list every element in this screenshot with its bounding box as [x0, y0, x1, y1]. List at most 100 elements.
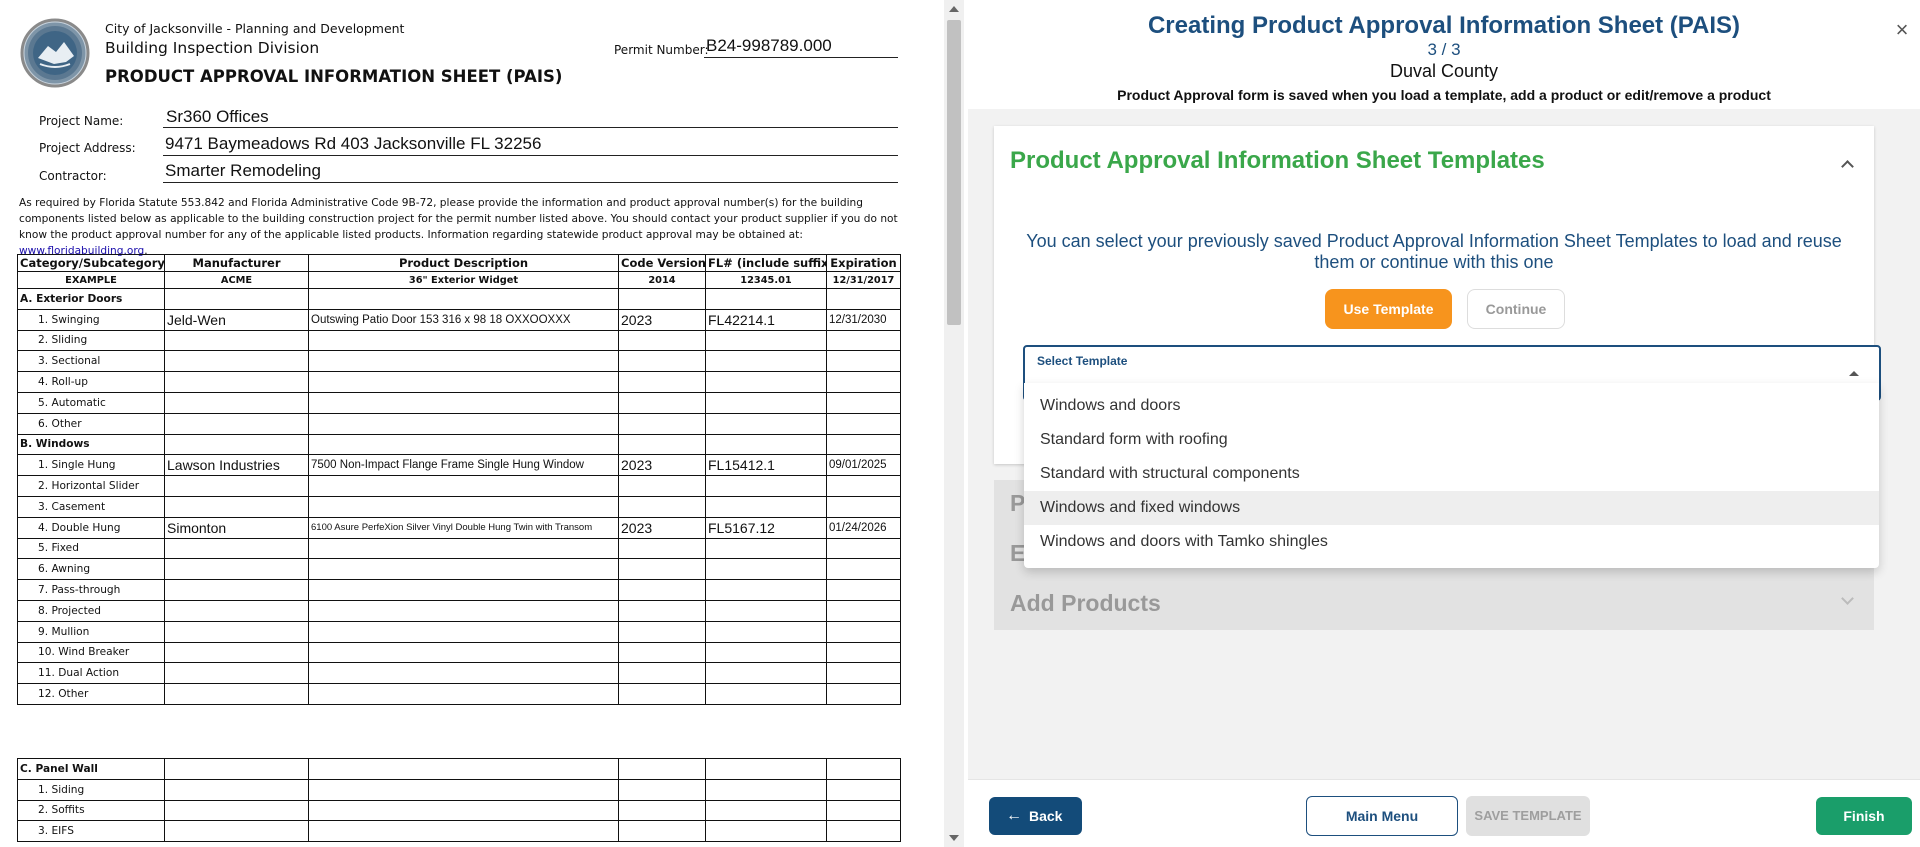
empty-cell [826, 758, 901, 780]
subcategory-cell: 7. Pass-through [17, 579, 165, 601]
template-option[interactable]: Windows and doors [1024, 389, 1879, 423]
fl-number-cell [705, 579, 827, 601]
scroll-up-icon[interactable] [949, 6, 959, 12]
description-cell [308, 662, 619, 685]
panel-wall-table-body: C. Panel Wall 1. Siding 2. Soffits 3. EIFS [17, 758, 901, 843]
contractor-line [163, 182, 898, 183]
subcategory-cell: 6. Other [17, 412, 165, 435]
table-row: 9. Mullion [17, 620, 901, 643]
fl-number-cell [705, 778, 827, 801]
subcategory-cell: 1. Single Hung [17, 454, 165, 477]
table-row: 12. Other [17, 683, 901, 705]
table-row: 8. Projected [17, 599, 901, 622]
manufacturer-cell [164, 799, 309, 822]
scroll-down-icon[interactable] [949, 835, 959, 841]
subcategory-cell: 8. Projected [17, 599, 165, 622]
subcategory-cell: 4. Double Hung [17, 516, 165, 539]
template-option[interactable]: Windows and doors with Tamko shingles [1024, 525, 1879, 559]
fl-number-cell [705, 329, 827, 352]
code-version-cell [618, 329, 706, 352]
table-row: 1. Swinging Jeld-Wen Outswing Patio Door 1… [17, 308, 901, 331]
permit-label: Permit Number: [614, 43, 709, 57]
expiration-cell [826, 537, 901, 560]
section-row: A. Exterior Doors [17, 288, 901, 310]
template-option[interactable]: Standard with structural components [1024, 457, 1879, 491]
finish-button[interactable]: Finish [1816, 797, 1912, 835]
code-version-cell [618, 391, 706, 414]
continue-button[interactable]: Continue [1467, 289, 1565, 329]
template-option-highlighted[interactable]: Windows and fixed windows [1024, 491, 1879, 525]
wizard-footer: ← Back Main Menu SAVE TEMPLATE Finish [968, 779, 1920, 847]
empty-cell [826, 433, 901, 456]
table-row: 2. Soffits [17, 799, 901, 822]
use-template-button[interactable]: Use Template [1325, 289, 1452, 329]
chevron-down-icon[interactable] [1841, 592, 1854, 605]
description-cell [308, 683, 619, 705]
save-template-button[interactable]: SAVE TEMPLATE [1466, 796, 1590, 836]
save-note: Product Approval form is saved when you … [1117, 87, 1771, 103]
manufacturer-cell [164, 412, 309, 435]
subcategory-cell: 5. Fixed [17, 537, 165, 560]
caret-up-icon[interactable] [1849, 371, 1859, 376]
panel-wall-table: C. Panel Wall 1. Siding 2. Soffits 3. EIFS [17, 758, 901, 843]
city-seal-logo [20, 18, 90, 88]
code-version-cell [618, 412, 706, 435]
back-button[interactable]: ← Back [989, 797, 1082, 835]
table-row: 6. Awning [17, 558, 901, 581]
empty-cell [826, 288, 901, 310]
expiration-cell: 01/24/2026 [826, 516, 901, 539]
description-cell [308, 412, 619, 435]
chevron-up-icon[interactable] [1841, 160, 1854, 173]
section-title: B. Windows [17, 433, 165, 456]
manufacturer-cell [164, 641, 309, 664]
close-icon[interactable]: × [1892, 19, 1912, 41]
subcategory-cell: 2. Horizontal Slider [17, 475, 165, 497]
manufacturer-cell: Lawson Industries [164, 454, 309, 477]
project-address-value: 9471 Baymeadows Rd 403 Jacksonville FL 3… [165, 134, 542, 153]
products-table-body: Category/Subcategory Manufacturer Product … [17, 254, 901, 705]
description-cell: 7500 Non-Impact Flange Frame Single Hung… [308, 454, 619, 477]
column-header: Category/Subcategory [17, 254, 165, 272]
manufacturer-cell [164, 495, 309, 518]
collapsed-section-add-products[interactable]: Add Products [994, 580, 1874, 630]
code-version-cell: 2023 [618, 454, 706, 477]
table-row: 1. Siding [17, 778, 901, 801]
column-header: Product Description [308, 254, 619, 272]
templates-card-title[interactable]: Product Approval Information Sheet Templ… [1010, 147, 1545, 175]
expiration-cell [826, 778, 901, 801]
document-scrollbar[interactable] [944, 0, 964, 847]
subcategory-cell: 11. Dual Action [17, 662, 165, 685]
empty-cell [164, 433, 309, 456]
description-cell [308, 371, 619, 393]
pais-document: City of Jacksonville - Planning and Deve… [0, 0, 944, 847]
empty-cell [164, 288, 309, 310]
project-address-line [163, 155, 898, 156]
empty-cell [705, 758, 827, 780]
template-option[interactable]: Standard form with roofing [1024, 423, 1879, 457]
fl-number-cell [705, 820, 827, 843]
expiration-cell [826, 683, 901, 705]
scrollbar-thumb[interactable] [947, 20, 961, 325]
table-row: 5. Automatic [17, 391, 901, 414]
wizard-step: 3 / 3 [1427, 40, 1461, 59]
subcategory-cell: 3. Sectional [17, 350, 165, 373]
code-version-cell [618, 371, 706, 393]
section-row: C. Panel Wall [17, 758, 901, 780]
empty-cell [308, 433, 619, 456]
expiration-cell [826, 579, 901, 601]
expiration-cell: 12/31/2030 [826, 308, 901, 331]
subcategory-cell: 1. Siding [17, 778, 165, 801]
subcategory-cell: 6. Awning [17, 558, 165, 581]
code-version-cell [618, 683, 706, 705]
code-version-cell [618, 350, 706, 373]
expiration-cell [826, 350, 901, 373]
description-cell [308, 579, 619, 601]
contractor-label: Contractor: [39, 169, 107, 183]
description-cell [308, 558, 619, 581]
division-name: Building Inspection Division [105, 39, 320, 57]
arrow-left-icon: ← [1006, 807, 1022, 824]
expiration-cell [826, 371, 901, 393]
column-header: Code Version [618, 254, 706, 272]
subcategory-cell: 10. Wind Breaker [17, 641, 165, 664]
main-menu-button[interactable]: Main Menu [1306, 796, 1458, 836]
